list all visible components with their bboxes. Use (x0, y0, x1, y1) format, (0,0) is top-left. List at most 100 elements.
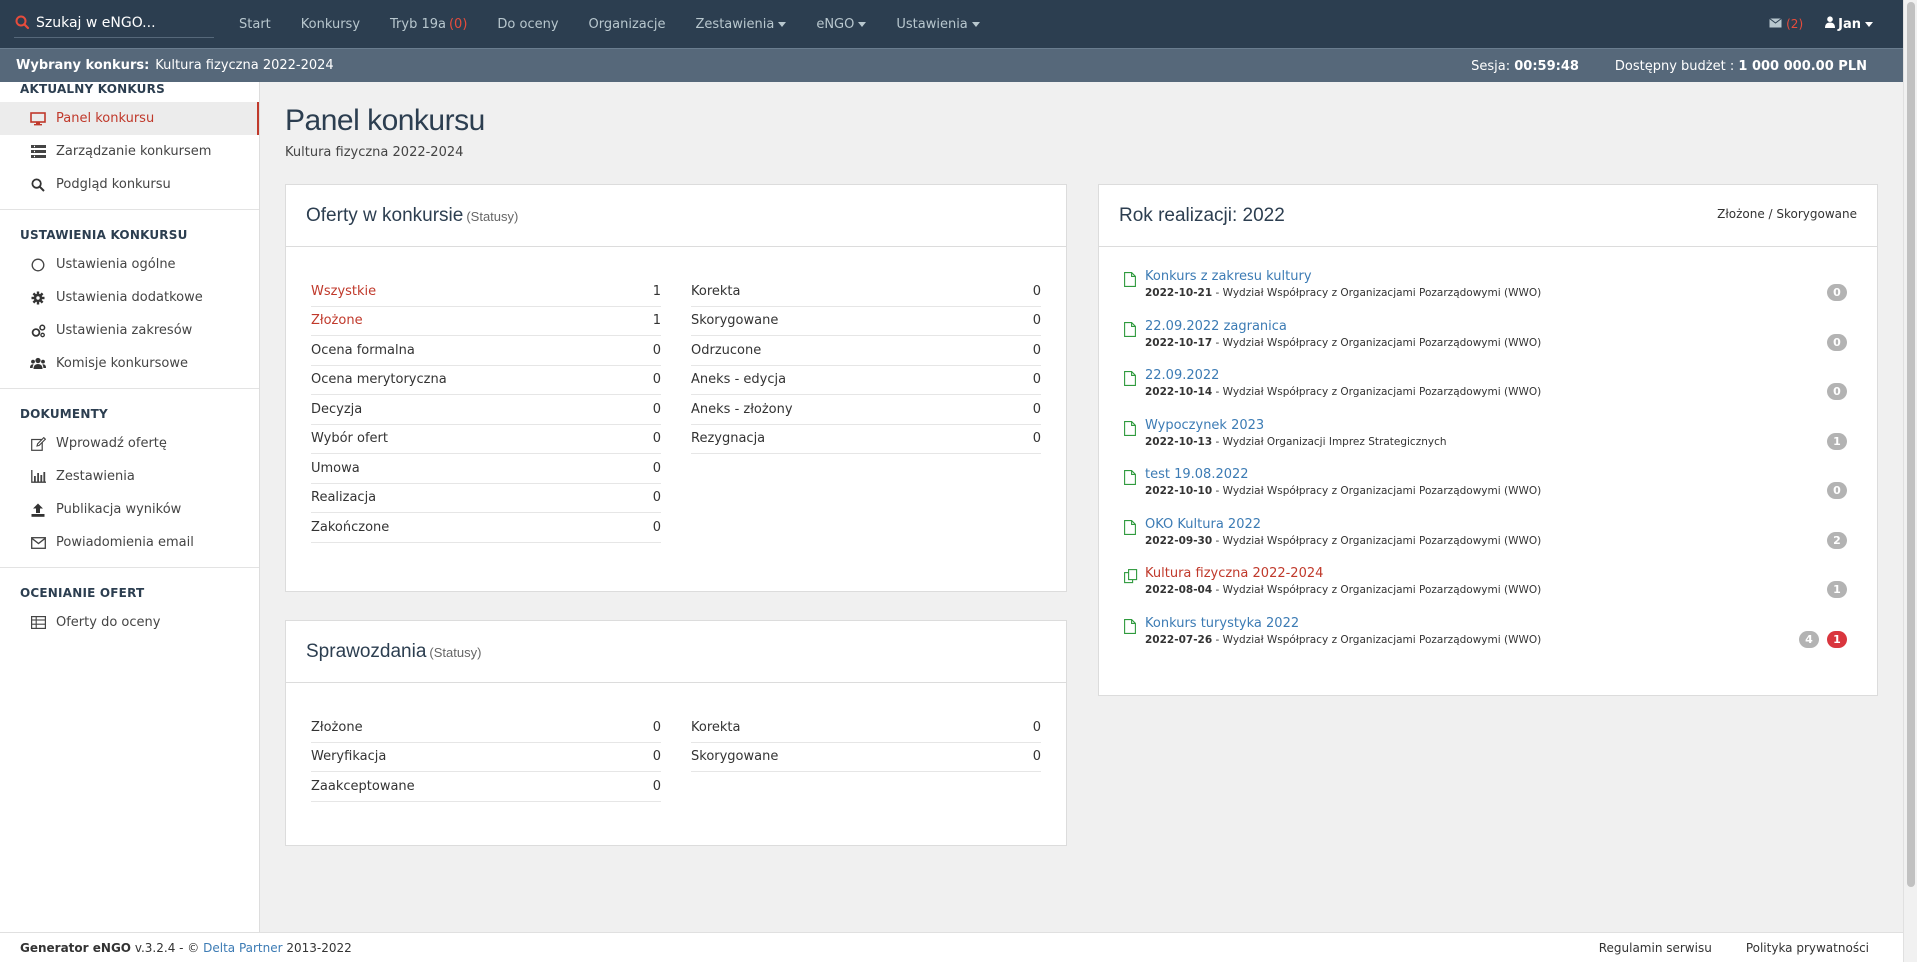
list-icon (30, 144, 46, 160)
status-row[interactable]: Korekta 0 (691, 713, 1041, 743)
badge-group: 0 (1827, 333, 1847, 351)
reports-right-column: Korekta 0 Skorygowane 0 (691, 713, 1041, 802)
sidebar-item-label: Ustawienia dodatkowe (56, 290, 203, 305)
vertical-scrollbar[interactable] (1903, 0, 1917, 962)
selected-competition: Kultura fizyczna 2022-2024 (155, 58, 334, 73)
terms-link[interactable]: Regulamin serwisu (1599, 941, 1712, 955)
status-row[interactable]: Skorygowane 0 (691, 743, 1041, 772)
top-navbar: Szukaj w eNGO... Start Konkursy Tryb 19a… (0, 0, 1903, 48)
status-row[interactable]: Korekta 0 (691, 277, 1041, 307)
sidebar-item-komisje[interactable]: Komisje konkursowe (0, 347, 259, 380)
sidebar-item-label: Ustawienia ogólne (56, 257, 176, 272)
search-input[interactable]: Szukaj w eNGO... (36, 15, 156, 31)
status-row[interactable]: Ocena formalna 0 (311, 336, 661, 366)
competition-link[interactable]: Wypoczynek 2023 (1145, 418, 1857, 433)
badge-group: 1 (1827, 432, 1847, 450)
nav-organizacje[interactable]: Organizacje (574, 17, 681, 32)
sidebar-item-label: Oferty do oceny (56, 615, 161, 630)
caret-down-icon (1865, 21, 1873, 27)
sidebar-item-label: Powiadomienia email (56, 535, 194, 550)
competition-meta: 2022-10-13 - Wydział Organizacji Imprez … (1145, 435, 1447, 448)
status-row[interactable]: Zakończone 0 (311, 513, 661, 543)
sidebar-item-wprowadz-oferte[interactable]: Wprowadź ofertę (0, 427, 259, 460)
sidebar-item-panel-konkursu[interactable]: Panel konkursu (0, 102, 259, 135)
badge-group: 0 (1827, 482, 1847, 499)
table-icon (30, 615, 46, 631)
search-icon (30, 177, 46, 193)
nav-tryb-19a[interactable]: Tryb 19a (0) (375, 17, 482, 32)
company-link[interactable]: Delta Partner (203, 941, 282, 955)
search-box[interactable]: Szukaj w eNGO... (14, 8, 214, 38)
competition-item: Kultura fizyczna 2022-2024 2022-08-04 - W… (1119, 566, 1857, 616)
nav-konkursy[interactable]: Konkursy (286, 17, 375, 32)
competition-link[interactable]: Konkurs z zakresu kultury (1145, 269, 1857, 284)
caret-down-icon (971, 21, 980, 27)
status-row[interactable]: Zaakceptowane 0 (311, 772, 661, 802)
competition-link[interactable]: Kultura fizyczna 2022-2024 (1145, 566, 1857, 581)
status-row[interactable]: Wszystkie 1 (311, 277, 661, 307)
status-row[interactable]: Umowa 0 (311, 454, 661, 484)
status-row[interactable]: Realizacja 0 (311, 484, 661, 513)
nav-ustawienia[interactable]: Ustawienia (881, 17, 994, 32)
offers-right-column: Korekta 0 Skorygowane 0 Odrzucone 0 Aneks -… (691, 277, 1041, 543)
sidebar-item-ustawienia-zakresow[interactable]: Ustawienia zakresów (0, 314, 259, 347)
badge-group: 1 (1827, 581, 1847, 598)
competition-item: test 19.08.2022 2022-10-10 - Wydział Wspó… (1119, 467, 1857, 517)
panel-title: Oferty w konkursie (Statusy) (306, 204, 519, 226)
sidebar-section-title: OCENIANIE OFERT (20, 586, 145, 600)
status-row[interactable]: Weryfikacja 0 (311, 743, 661, 772)
copy-document-icon (1124, 569, 1138, 588)
status-row[interactable]: Aneks - złożony 0 (691, 395, 1041, 425)
offers-status-panel: Oferty w konkursie (Statusy) Wszystkie 1 Z… (285, 184, 1067, 592)
status-row[interactable]: Ocena merytoryczna 0 (311, 366, 661, 395)
available-budget: Dostępny budżet : 1 000 000.00 PLN (1614, 58, 1867, 74)
status-row[interactable]: Złożone 0 (311, 713, 661, 743)
users-icon (30, 356, 46, 372)
sidebar-item-powiadomienia[interactable]: Powiadomienia email (0, 526, 259, 559)
sidebar-item-publikacja[interactable]: Publikacja wyników (0, 493, 259, 526)
status-row[interactable]: Decyzja 0 (311, 395, 661, 425)
sidebar-item-zarzadzanie[interactable]: Zarządzanie konkursem (0, 135, 259, 168)
competition-link[interactable]: Konkurs turystyka 2022 (1145, 616, 1857, 631)
sidebar-item-podglad[interactable]: Podgląd konkursu (0, 168, 259, 201)
caret-down-icon (858, 21, 867, 27)
sidebar-item-ustawienia-dodatkowe[interactable]: Ustawienia dodatkowe (0, 281, 259, 314)
gears-icon (30, 323, 46, 339)
nav-do-oceny[interactable]: Do oceny (482, 17, 573, 32)
status-row[interactable]: Odrzucone 0 (691, 336, 1041, 366)
status-row[interactable]: Złożone 1 (311, 307, 661, 336)
upload-icon (30, 502, 46, 518)
messages-button[interactable]: (2) (1769, 17, 1803, 31)
competition-meta: 2022-10-10 - Wydział Współpracy z Organi… (1145, 485, 1542, 497)
sidebar-item-ustawienia-ogolne[interactable]: Ustawienia ogólne (0, 248, 259, 281)
sidebar-section-title: DOKUMENTY (20, 407, 108, 421)
sidebar-item-zestawienia[interactable]: Zestawienia (0, 460, 259, 493)
nav-start[interactable]: Start (224, 17, 286, 32)
document-icon (1124, 371, 1136, 390)
page-subtitle: Kultura fizyczna 2022-2024 (285, 145, 464, 160)
sidebar-item-label: Panel konkursu (56, 111, 155, 126)
scrollbar-thumb[interactable] (1907, 2, 1915, 887)
status-row[interactable]: Skorygowane 0 (691, 307, 1041, 336)
year-competitions-panel: Rok realizacji: 2022 Złożone / Skorygowa… (1098, 184, 1878, 696)
status-row[interactable]: Wybór ofert 0 (311, 425, 661, 454)
nav-engo[interactable]: eNGO (801, 17, 881, 32)
corrected-count-badge: 1 (1827, 630, 1847, 648)
reports-status-panel: Sprawozdania (Statusy) Złożone 0 Weryfikac… (285, 620, 1067, 846)
competition-link[interactable]: 22.09.2022 zagranica (1145, 319, 1857, 334)
messages-count: (2) (1786, 17, 1804, 31)
offers-left-column: Wszystkie 1 Złożone 1 Ocena formalna 0 Ocen… (311, 277, 661, 543)
privacy-link[interactable]: Polityka prywatności (1746, 941, 1869, 955)
sidebar-item-oferty-do-oceny[interactable]: Oferty do oceny (0, 606, 259, 639)
user-menu[interactable]: Jan (1825, 16, 1873, 32)
sidebar-item-label: Ustawienia zakresów (56, 323, 193, 338)
badge-group: 2 (1827, 531, 1847, 549)
competition-link[interactable]: test 19.08.2022 (1145, 467, 1857, 482)
competition-link[interactable]: OKO Kultura 2022 (1145, 517, 1857, 532)
nav-zestawienia[interactable]: Zestawienia (681, 17, 802, 32)
circle-icon (30, 257, 46, 273)
competition-link[interactable]: 22.09.2022 (1145, 368, 1857, 383)
competition-item: Wypoczynek 2023 2022-10-13 - Wydział Orga… (1119, 418, 1857, 468)
status-row[interactable]: Rezygnacja 0 (691, 425, 1041, 454)
status-row[interactable]: Aneks - edycja 0 (691, 366, 1041, 395)
